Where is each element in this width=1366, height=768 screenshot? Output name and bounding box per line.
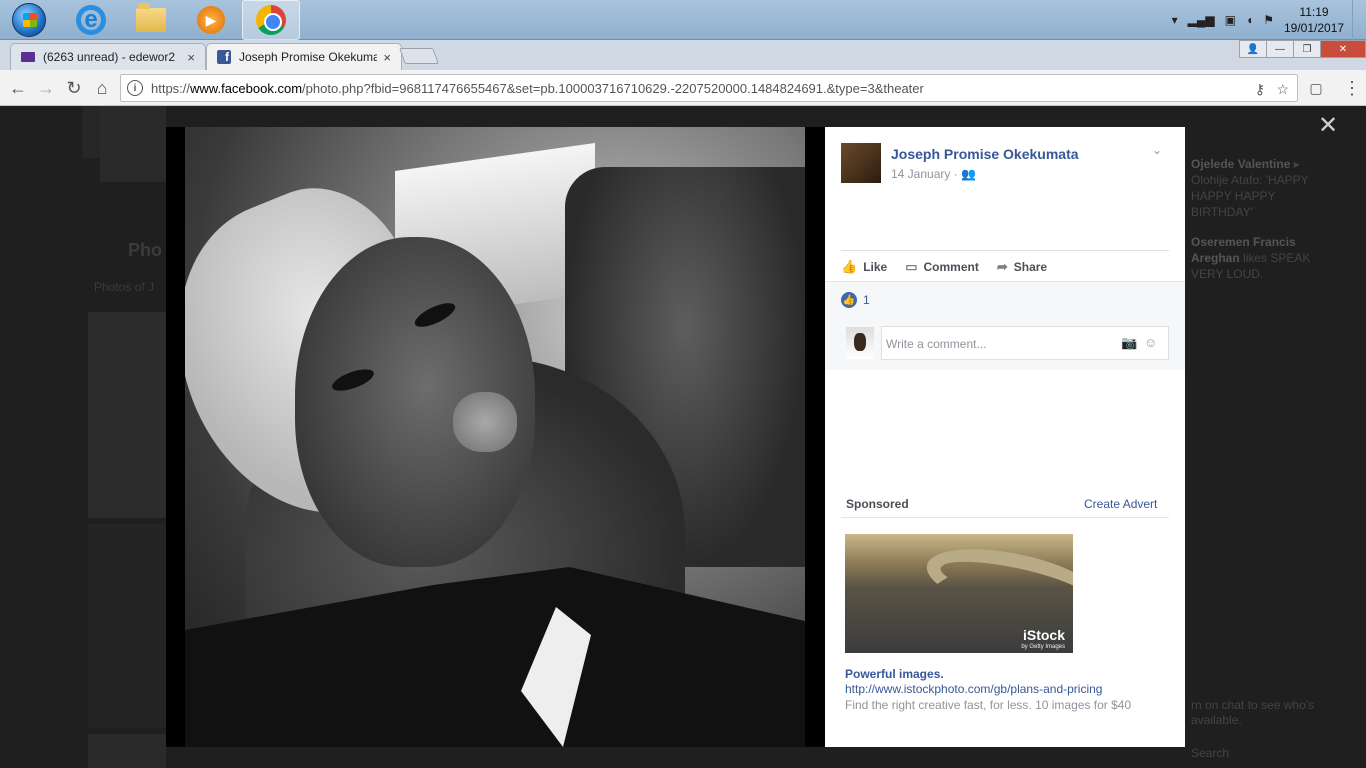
folder-icon (136, 3, 166, 32)
info-icon[interactable]: i (127, 80, 143, 96)
close-icon[interactable]: ✕ (1318, 114, 1338, 138)
photo-theater: Joseph Promise Okekumata 14 January · 👥 … (166, 127, 1185, 747)
volume-icon[interactable]: ◖ (1246, 13, 1253, 27)
clock-time: 11:19 (1299, 5, 1329, 19)
commenter-avatar (846, 327, 874, 359)
bg-photo-thumb (88, 734, 166, 768)
window-controls: 👤 — ❐ ✕ (1239, 40, 1366, 58)
taskbar-media-player[interactable]: ▶ (182, 0, 240, 40)
tab-mail[interactable]: (6263 unread) - edewor2 × (10, 43, 206, 70)
sponsored-heading: Sponsored (846, 497, 909, 511)
taskbar-chrome[interactable] (242, 0, 300, 40)
create-advert-link[interactable]: Create Advert (1084, 497, 1157, 511)
ad-image-river (920, 535, 1073, 633)
poster-avatar[interactable] (841, 143, 881, 183)
media-player-icon: ▶ (197, 6, 225, 34)
close-window-button[interactable]: ✕ (1320, 40, 1366, 58)
thumbs-up-icon: 👍 (841, 259, 858, 274)
profile-icon[interactable]: 👤 (1239, 40, 1267, 58)
bg-photo-thumb (88, 312, 166, 518)
restore-button[interactable]: ❐ (1293, 40, 1321, 58)
flag-icon[interactable]: ⚑ (1263, 13, 1274, 27)
browser-toolbar: ← → ↻ ⌂ i https://www.facebook.com/photo… (0, 70, 1366, 106)
friends-icon: 👥 (961, 167, 976, 181)
tab-title: Joseph Promise Okekumata (239, 50, 378, 64)
like-button[interactable]: 👍 Like (841, 259, 887, 275)
emoji-icon[interactable]: ☺ (1144, 335, 1157, 350)
post-date[interactable]: 14 January · 👥 (891, 167, 976, 181)
chat-hint: rn on chat to see who's available. (1191, 698, 1315, 727)
post-options-chevron-icon[interactable]: ⌄ (1152, 143, 1162, 157)
home-icon[interactable]: ⌂ (90, 76, 114, 100)
bookmark-star-icon[interactable]: ☆ (1276, 81, 1289, 98)
comment-icon: ▭ (905, 259, 918, 274)
clock[interactable]: 11:19 19/01/2017 (1284, 4, 1344, 36)
istock-logo-sub: by Getty Images (1021, 644, 1065, 650)
bg-section-title: Pho (128, 240, 162, 260)
mail-favicon-icon (21, 50, 35, 64)
extension-key-icon[interactable]: ⚷ (1255, 81, 1265, 98)
windows-taskbar: e ▶ ▾ ▂▄▆ ▣ ◖ ⚑ 11:19 19/01/2017 (0, 0, 1366, 40)
share-icon: ➦ (996, 259, 1008, 274)
poster-name[interactable]: Joseph Promise Okekumata (891, 146, 1079, 162)
photo-lips (453, 392, 517, 452)
back-arrow-icon[interactable]: ← (6, 76, 30, 100)
network-icon[interactable]: ▣ (1225, 13, 1236, 27)
bg-photos-of: Photos of J (94, 280, 155, 294)
post-actions: 👍 Like ▭ Comment ➦ Share (841, 257, 1065, 277)
ticker-item[interactable]: Ojelede Valentine ▸ Olohije Atafo: 'HAPP… (1191, 156, 1331, 220)
share-button[interactable]: ➦ Share (997, 259, 1047, 275)
reload-icon[interactable]: ↻ (62, 76, 86, 100)
chrome-icon (256, 5, 286, 35)
photo-stage[interactable] (166, 127, 825, 747)
like-count[interactable]: 👍 1 (841, 292, 870, 308)
tab-title: (6263 unread) - edewor2 (43, 50, 176, 64)
tab-facebook[interactable]: f Joseph Promise Okekumata × (206, 43, 402, 70)
photo[interactable] (185, 127, 805, 747)
istock-logo: iStock (1022, 627, 1065, 643)
start-button[interactable] (0, 0, 58, 40)
taskbar-internet-explorer[interactable]: e (62, 0, 120, 40)
chat-search[interactable]: Search (1191, 746, 1229, 760)
tab-close-icon[interactable]: × (187, 50, 195, 65)
forward-arrow-icon[interactable]: → (34, 76, 58, 100)
minimize-button[interactable]: — (1266, 40, 1294, 58)
bg-photo-thumb (88, 524, 166, 728)
ad-image[interactable]: iStock by Getty Images (845, 534, 1073, 653)
divider (841, 250, 1169, 251)
camera-icon[interactable]: 📷 (1121, 335, 1137, 351)
clock-date: 19/01/2017 (1284, 21, 1345, 35)
comments-section: 👍 1 Write a comment... 📷 ☺ (825, 282, 1185, 370)
ad-title[interactable]: Powerful images. (845, 667, 944, 681)
tray-expand-icon[interactable]: ▾ (1172, 13, 1178, 27)
extension-icon[interactable]: ▢ (1304, 76, 1328, 100)
url-text[interactable]: https://www.facebook.com/photo.php?fbid=… (151, 81, 924, 96)
windows-start-icon (12, 3, 46, 37)
signal-icon[interactable]: ▂▄▆ (1188, 13, 1215, 27)
ad-description: Find the right creative fast, for less. … (845, 698, 1132, 712)
tab-close-icon[interactable]: × (383, 50, 391, 65)
ticker-item[interactable]: Oseremen Francis Areghan likes SPEAK VER… (1191, 234, 1331, 282)
show-desktop-button[interactable] (1352, 0, 1366, 40)
internet-explorer-icon: e (76, 5, 106, 35)
ad-url[interactable]: http://www.istockphoto.com/gb/plans-and-… (845, 682, 1102, 696)
chrome-menu-icon[interactable]: ⋮ (1340, 76, 1364, 100)
like-reaction-icon: 👍 (841, 292, 857, 308)
divider (841, 517, 1169, 518)
bg-profile-thumb (100, 106, 166, 182)
new-tab-button[interactable] (399, 48, 439, 64)
system-tray: ▾ ▂▄▆ ▣ ◖ ⚑ 11:19 19/01/2017 (1172, 0, 1366, 40)
address-bar[interactable]: i https://www.facebook.com/photo.php?fbi… (120, 74, 1298, 102)
comment-button[interactable]: ▭ Comment (905, 259, 979, 275)
facebook-favicon-icon: f (217, 50, 231, 64)
photo-side-panel: Joseph Promise Okekumata 14 January · 👥 … (825, 127, 1185, 747)
taskbar-file-explorer[interactable] (122, 0, 180, 40)
